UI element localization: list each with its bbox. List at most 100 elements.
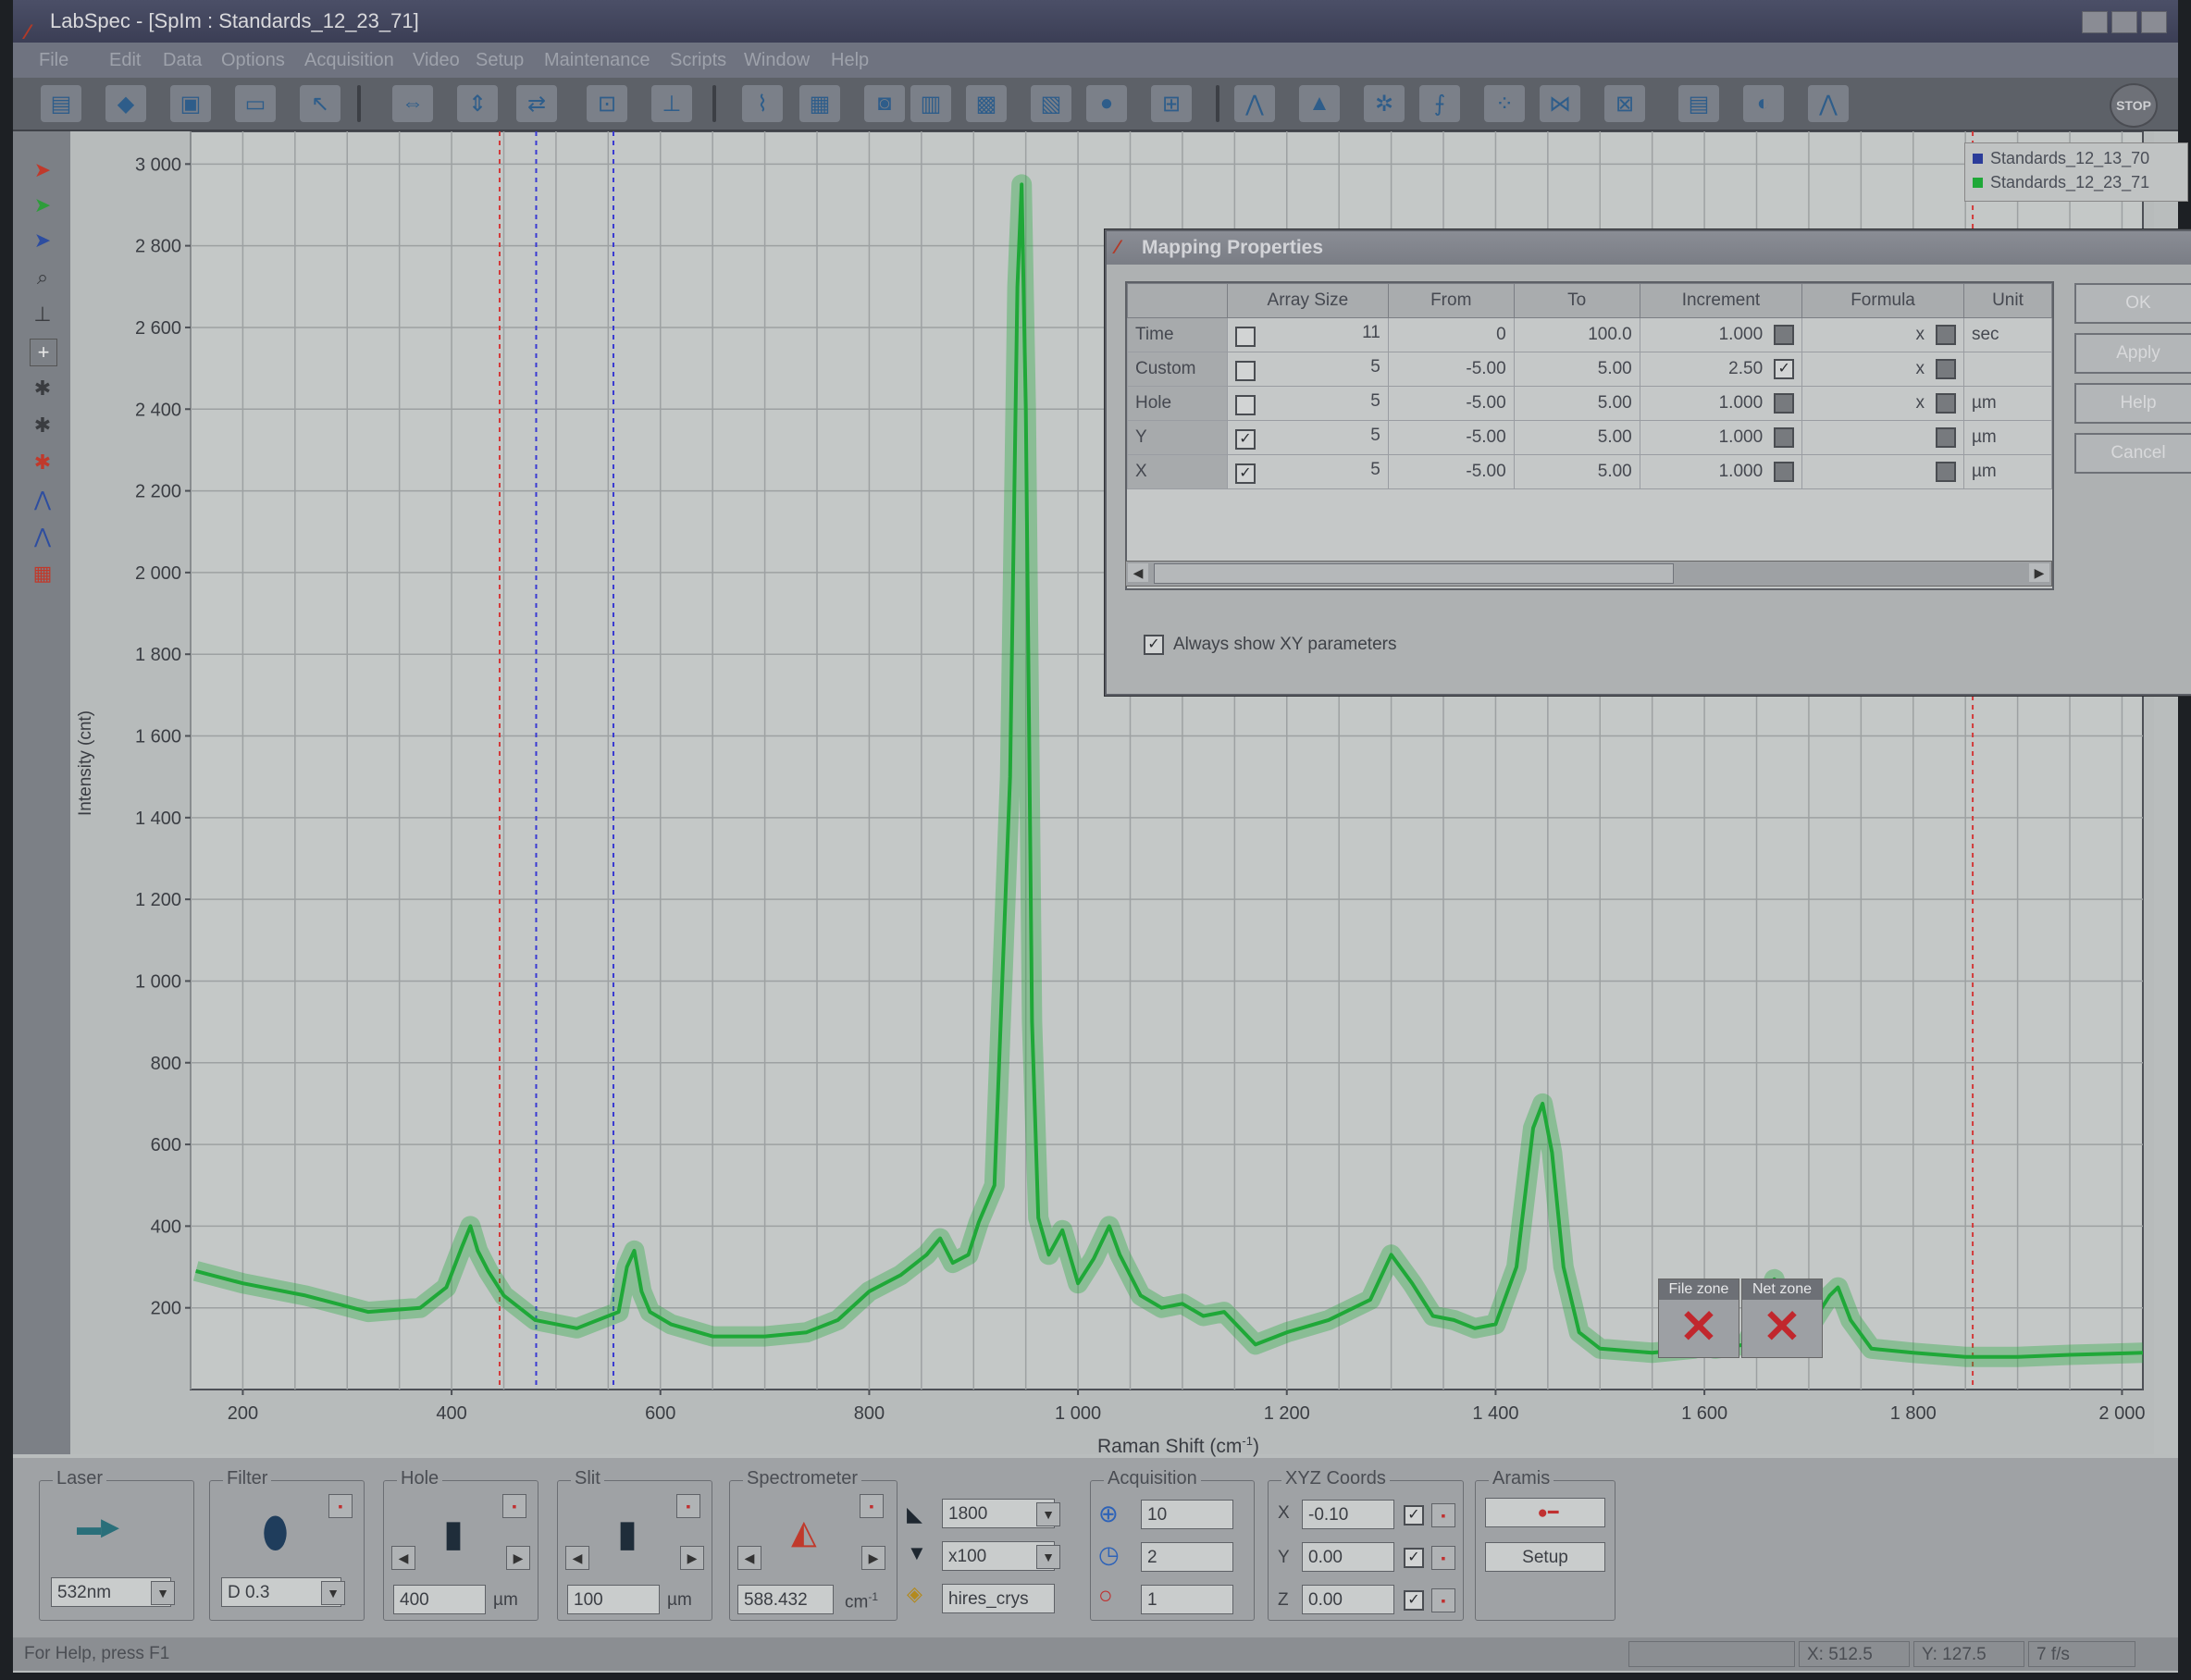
image-view-icon[interactable]: ▧ xyxy=(1031,85,1071,122)
fit-icon[interactable]: ⊞ xyxy=(1151,85,1192,122)
scatter-icon[interactable]: ⁘ xyxy=(1484,85,1525,122)
row-enable-checkbox[interactable] xyxy=(1234,395,1256,415)
spectrometer-input[interactable]: 588.432 xyxy=(737,1585,834,1614)
increment-cell[interactable]: 1.000 xyxy=(1639,420,1803,455)
row-enable-checkbox[interactable] xyxy=(1234,361,1256,381)
multi-spectra-icon[interactable]: ⋈ xyxy=(1540,85,1580,122)
x-coord-toggle-icon[interactable]: ▪ xyxy=(1431,1503,1455,1527)
z-coord-checkbox[interactable]: ✓ xyxy=(1404,1590,1424,1611)
grid-scrollbar[interactable]: ◀ ▶ xyxy=(1125,561,2052,587)
hole-toggle-icon[interactable]: ▪ xyxy=(502,1494,526,1518)
array-size-cell[interactable]: 5 xyxy=(1226,352,1389,387)
magnifier-icon[interactable]: ⌕ xyxy=(30,265,56,290)
help-button[interactable]: Help xyxy=(2074,383,2191,424)
arrow-blue-icon[interactable]: ➤ xyxy=(30,228,56,253)
new-file-icon[interactable]: ▤ xyxy=(41,85,81,122)
ok-button[interactable]: OK xyxy=(2074,283,2191,324)
stop-button[interactable]: STOP xyxy=(2110,83,2158,128)
array-size-cell[interactable]: 5 xyxy=(1226,386,1389,421)
unit-cell[interactable]: µm xyxy=(1962,386,2052,421)
grid-marker-icon[interactable]: ▦ xyxy=(30,561,56,587)
increment-cell[interactable]: 1.000 xyxy=(1639,317,1803,352)
row-enable-checkbox[interactable] xyxy=(1234,327,1256,347)
zoom-horizontal-icon[interactable]: ⇔ xyxy=(392,85,433,122)
menu-acquisition[interactable]: Acquisition xyxy=(304,50,394,71)
from-cell[interactable]: -5.00 xyxy=(1387,420,1515,455)
measure-icon[interactable]: ⊥ xyxy=(651,85,692,122)
z-coord-toggle-icon[interactable]: ▪ xyxy=(1431,1588,1455,1612)
increment-checkbox[interactable] xyxy=(1774,461,1795,482)
profile-icon[interactable]: ⋀ xyxy=(1808,85,1849,122)
to-cell[interactable]: 5.00 xyxy=(1513,454,1640,489)
formula-checkbox[interactable] xyxy=(1935,358,1956,379)
menu-options[interactable]: Options xyxy=(221,50,285,71)
peak-pick-icon[interactable]: ✱ xyxy=(30,376,56,401)
array-size-cell[interactable]: ✓ 5 xyxy=(1226,420,1389,455)
count-input[interactable]: 1 xyxy=(1141,1585,1233,1614)
increment-cell[interactable]: 2.50 ✓ xyxy=(1639,352,1803,387)
formula-cell[interactable] xyxy=(1801,454,1964,489)
unit-cell[interactable]: µm xyxy=(1962,454,2052,489)
y-coord-checkbox[interactable]: ✓ xyxy=(1404,1548,1424,1568)
accumulation-input[interactable]: 2 xyxy=(1141,1542,1233,1572)
menu-data[interactable]: Data xyxy=(163,50,202,71)
save-icon[interactable]: ▣ xyxy=(170,85,211,122)
aramis-laser-button[interactable]: ●━ xyxy=(1485,1498,1605,1527)
filter-toggle-icon[interactable]: ▪ xyxy=(328,1494,353,1518)
hole-input[interactable]: 400 xyxy=(393,1585,486,1614)
from-cell[interactable]: -5.00 xyxy=(1387,454,1515,489)
curve-fit-icon[interactable]: ⋀ xyxy=(30,524,56,550)
open-folder-icon[interactable]: ◆ xyxy=(105,85,146,122)
to-cell[interactable]: 5.00 xyxy=(1513,352,1640,387)
from-cell[interactable]: -5.00 xyxy=(1387,352,1515,387)
color-map-icon[interactable]: ◐ xyxy=(1743,85,1784,122)
scroll-right-icon[interactable]: ▶ xyxy=(2029,563,2049,582)
shift-icon[interactable]: ⇄ xyxy=(516,85,557,122)
curve-icon[interactable]: ⋀ xyxy=(30,487,56,513)
menu-file[interactable]: File xyxy=(39,50,68,71)
camera-icon[interactable]: ◙ xyxy=(864,85,905,122)
unit-cell[interactable]: sec xyxy=(1962,317,2052,352)
scroll-thumb[interactable] xyxy=(1154,563,1674,584)
objective-dropdown-icon[interactable]: ▼ xyxy=(1036,1545,1060,1569)
baseline-icon[interactable]: ⋀ xyxy=(1234,85,1275,122)
maximize-button[interactable] xyxy=(2111,11,2137,33)
video-icon[interactable]: ● xyxy=(1086,85,1127,122)
close-button[interactable] xyxy=(2141,11,2167,33)
dense-grid-icon[interactable]: ▩ xyxy=(966,85,1007,122)
cancel-button[interactable]: Cancel xyxy=(2074,433,2191,474)
arrow-green-icon[interactable]: ➤ xyxy=(30,192,56,218)
menu-help[interactable]: Help xyxy=(831,50,869,71)
increment-cell[interactable]: 1.000 xyxy=(1639,386,1803,421)
help-pointer-icon[interactable]: ↖ xyxy=(300,85,340,122)
row-enable-checkbox[interactable]: ✓ xyxy=(1234,429,1256,450)
print-icon[interactable]: ▭ xyxy=(235,85,276,122)
slit-increase-icon[interactable]: ▶ xyxy=(680,1546,704,1570)
y-coord-input[interactable]: 0.00 xyxy=(1302,1542,1394,1572)
table-icon[interactable]: ▥ xyxy=(910,85,951,122)
slit-decrease-icon[interactable]: ◀ xyxy=(565,1546,589,1570)
x-coord-checkbox[interactable]: ✓ xyxy=(1404,1505,1424,1526)
peak-icon[interactable]: ▲ xyxy=(1299,85,1340,122)
increment-checkbox[interactable] xyxy=(1774,392,1795,414)
scroll-left-icon[interactable]: ◀ xyxy=(1128,563,1148,582)
map-grid-icon[interactable]: ▦ xyxy=(799,85,840,122)
aramis-setup-button[interactable]: Setup xyxy=(1485,1542,1605,1572)
menu-window[interactable]: Window xyxy=(744,50,810,71)
hole-decrease-icon[interactable]: ◀ xyxy=(391,1546,415,1570)
slit-input[interactable]: 100 xyxy=(567,1585,660,1614)
spectrometer-increase-icon[interactable]: ▶ xyxy=(861,1546,885,1570)
increment-cell[interactable]: 1.000 xyxy=(1639,454,1803,489)
y-coord-toggle-icon[interactable]: ▪ xyxy=(1431,1546,1455,1570)
to-cell[interactable]: 100.0 xyxy=(1513,317,1640,352)
increment-checkbox[interactable] xyxy=(1774,426,1795,448)
increment-checkbox[interactable] xyxy=(1774,324,1795,345)
always-show-xy[interactable]: ✓ Always show XY parameters xyxy=(1144,635,1396,655)
peak-delete-icon[interactable]: ✱ xyxy=(30,450,56,476)
laser-dropdown-icon[interactable]: ▼ xyxy=(151,1581,175,1605)
always-show-checkbox[interactable]: ✓ xyxy=(1144,635,1164,655)
unit-cell[interactable] xyxy=(1962,352,2052,387)
fourier-icon[interactable]: ⨍ xyxy=(1419,85,1460,122)
slit-toggle-icon[interactable]: ▪ xyxy=(676,1494,700,1518)
from-cell[interactable]: 0 xyxy=(1387,317,1515,352)
